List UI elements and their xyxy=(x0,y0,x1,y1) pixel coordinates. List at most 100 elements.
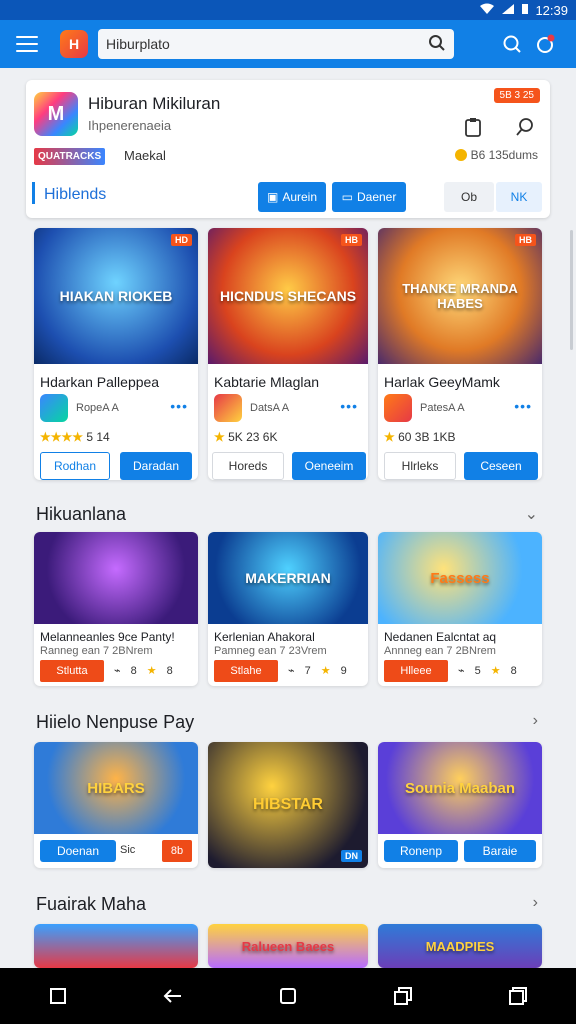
meta-value: 9 xyxy=(340,664,347,677)
featured-btn2-2[interactable]: Oeneeim xyxy=(292,452,366,480)
section3-btn-3[interactable]: Ronenp xyxy=(384,840,458,862)
search-icon[interactable] xyxy=(512,114,538,140)
menu-icon[interactable] xyxy=(16,36,38,52)
featured-rating-3: ★ 60 3B 1KB xyxy=(384,430,456,444)
section2-meta-3: ⌁ 5 ★ 8 xyxy=(458,664,517,678)
section-title: Fuairak Maha xyxy=(36,894,147,914)
more-icon[interactable]: ••• xyxy=(340,398,358,414)
section4-card-2[interactable]: Ralueen Baees xyxy=(208,924,368,968)
home-icon[interactable] xyxy=(276,984,300,1008)
section3-card-1[interactable]: HIBARS Doenan Sic 8b xyxy=(34,742,198,868)
app-badge: 5B 3 25 xyxy=(493,88,540,103)
nk-button[interactable]: NK xyxy=(496,182,542,212)
featured-maker-1: RopeA A xyxy=(76,402,119,414)
star-icon: ★ xyxy=(146,665,157,677)
section3-btn-1[interactable]: Doenan xyxy=(40,840,116,862)
section2-btn-2[interactable]: Stlahe xyxy=(214,660,278,682)
multiwindow-icon[interactable] xyxy=(506,984,530,1008)
app-summary-card: M Hiburan Mikiluran Ihpenerenaeia 5B 3 2… xyxy=(26,80,550,218)
brand-logo: QUATRACKS xyxy=(34,148,106,165)
daener-button[interactable]: ▭ Daener xyxy=(332,182,406,212)
featured-tag-1: HD xyxy=(171,234,192,246)
search-input[interactable]: Hiburplato xyxy=(98,29,454,59)
section3-card-3[interactable]: Sounia Maaban Ronenp Baraie xyxy=(378,742,542,868)
section-title: Hikuanlana xyxy=(36,504,127,524)
featured-btn1-2[interactable]: Horeds xyxy=(212,452,284,480)
section3-image-3: Sounia Maaban xyxy=(378,742,542,834)
more-icon[interactable]: ••• xyxy=(170,398,188,414)
section2-line2: Pamneg ean 7 23Vrem xyxy=(214,645,327,657)
chat-icon[interactable] xyxy=(500,32,524,56)
share-icon: ⌁ xyxy=(114,665,121,677)
featured-card-1[interactable]: HIAKAN RIOKEB HD Hdarkan Palleppea RopeA… xyxy=(34,228,198,480)
top-app-bar: H Hiburplato xyxy=(0,20,576,68)
square-icon[interactable] xyxy=(46,984,70,1008)
section2-line2: Ranneg ean 7 2BNrem xyxy=(40,645,153,657)
chevron-down-icon[interactable]: ⌄ xyxy=(525,504,538,524)
notification-icon[interactable] xyxy=(534,32,558,56)
section4-card-1[interactable] xyxy=(34,924,198,968)
status-bar: 12:39 xyxy=(0,0,576,20)
coins-info: B6 135dums xyxy=(454,148,538,162)
section3-image-text-1: HIBARS xyxy=(87,779,145,797)
app-logo[interactable]: H xyxy=(60,30,88,58)
section3-badge-1: 8b xyxy=(162,840,192,862)
chevron-right-icon[interactable]: › xyxy=(533,712,538,730)
section2-btn-1[interactable]: Stlutta xyxy=(40,660,104,682)
section3-card-2[interactable]: HIBSTAR DN xyxy=(208,742,368,868)
system-nav-bar xyxy=(0,968,576,1024)
featured-image-1: HIAKAN RIOKEB HD xyxy=(34,228,198,364)
section3-image-text-2: HIBSTAR xyxy=(253,796,323,813)
section2-card-3[interactable]: Fassess Nedanen Ealcntat aq Annneg ean 7… xyxy=(378,532,542,686)
section3-btn2-3[interactable]: Baraie xyxy=(464,840,536,862)
featured-image-2: HICNDUS SHECANS HB xyxy=(208,228,368,364)
section2-image-text-2: MAKERRIAN xyxy=(245,570,331,586)
featured-image-text-1: HIAKAN RIOKEB xyxy=(59,288,173,304)
featured-btn2-1[interactable]: Daradan xyxy=(120,452,192,480)
featured-title-1: Hdarkan Palleppea xyxy=(40,374,160,390)
section4-image-text-2: Ralueen Baees xyxy=(241,938,335,954)
section2-line1: Nedanen Ealcntat aq xyxy=(384,630,497,644)
clipboard-icon[interactable] xyxy=(460,114,486,140)
featured-card-3[interactable]: THANKE MRANDA HABES HB Harlak GeeyMamk P… xyxy=(378,228,542,480)
section-label: Hiblends xyxy=(44,186,107,203)
section2-line1: Melanneanles 9ce Panty! xyxy=(40,630,175,644)
meta-value: 7 xyxy=(304,664,311,677)
rating-value: 5 14 xyxy=(86,430,110,444)
featured-btn1-1[interactable]: Rodhan xyxy=(40,452,110,480)
featured-card-2[interactable]: HICNDUS SHECANS HB Kabtarie Mlaglan Dats… xyxy=(208,228,368,480)
search-text: Hiburplato xyxy=(106,36,170,52)
app-subtitle: Ihpenerenaeia xyxy=(88,118,172,133)
featured-maker-2: DatsA A xyxy=(250,402,290,414)
more-icon[interactable]: ••• xyxy=(514,398,532,414)
section2-image-text-3: Fassess xyxy=(430,569,490,587)
star-icon: ★ xyxy=(320,665,331,677)
section4-card-3[interactable]: MAADPIES xyxy=(378,924,542,968)
publisher-icon xyxy=(384,394,412,422)
section3-image-text-3: Sounia Maaban xyxy=(404,779,516,797)
chevron-right-icon[interactable]: › xyxy=(533,894,538,912)
app-title: Hiburan Mikiluran xyxy=(88,94,221,113)
meta-value: 8 xyxy=(510,664,517,677)
section2-card-1[interactable]: Melanneanles 9ce Panty! Ranneg ean 7 2BN… xyxy=(34,532,198,686)
featured-rating-2: ★ 5K 23 6K xyxy=(214,430,278,444)
featured-title-3: Harlak GeeyMamk xyxy=(384,374,500,390)
section3-image-2: HIBSTAR DN xyxy=(208,742,368,868)
featured-tag-2: HB xyxy=(341,234,362,246)
scrollbar[interactable] xyxy=(570,230,573,350)
signal-icon xyxy=(501,3,515,18)
featured-btn1-3[interactable]: Hlrleks xyxy=(384,452,456,480)
recents-icon[interactable] xyxy=(391,984,415,1008)
back-icon[interactable] xyxy=(161,984,185,1008)
rating-value: 60 3B 1KB xyxy=(398,430,456,444)
author-button[interactable]: ▣ Aurein xyxy=(258,182,326,212)
search-icon[interactable] xyxy=(428,34,446,55)
ob-button[interactable]: Ob xyxy=(444,182,494,212)
featured-image-text-3: THANKE MRANDA HABES xyxy=(402,281,518,311)
daener-button-label: Daener xyxy=(356,190,397,204)
featured-btn2-3[interactable]: Ceseen xyxy=(464,452,538,480)
section3-meta-1: Sic xyxy=(120,844,135,856)
section2-card-2[interactable]: MAKERRIAN Kerlenian Ahakoral Pamneg ean … xyxy=(208,532,368,686)
section2-btn-3[interactable]: Hlleee xyxy=(384,660,448,682)
section-title: Hiielo Nenpuse Pay xyxy=(36,712,195,732)
